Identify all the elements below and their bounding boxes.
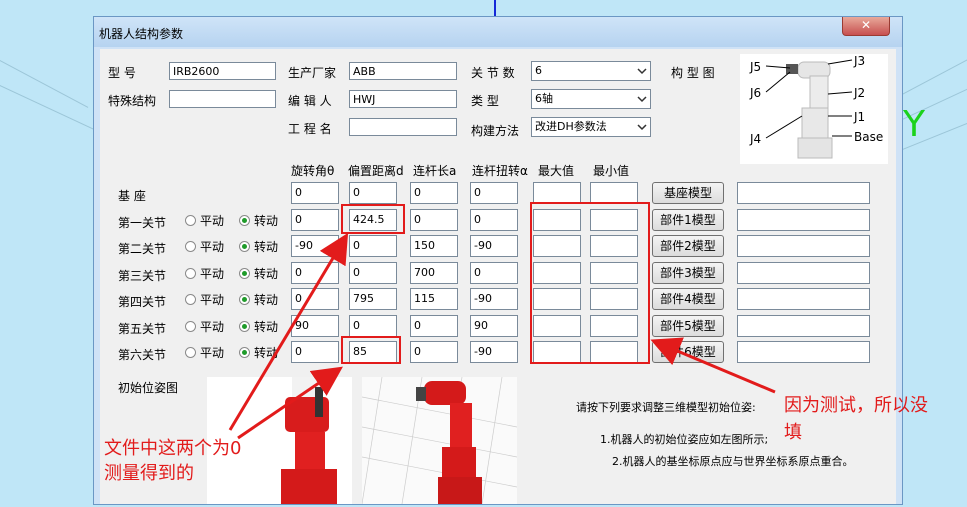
annotation-left-line2: 测量得到的: [104, 463, 194, 484]
annotation-arrows: [228, 232, 776, 440]
annotation-right-line1: 因为测试，所以没: [784, 395, 928, 416]
annotation-right-line2: 填: [784, 422, 802, 443]
annotation-left-line1: 文件中这两个为0: [104, 438, 242, 459]
